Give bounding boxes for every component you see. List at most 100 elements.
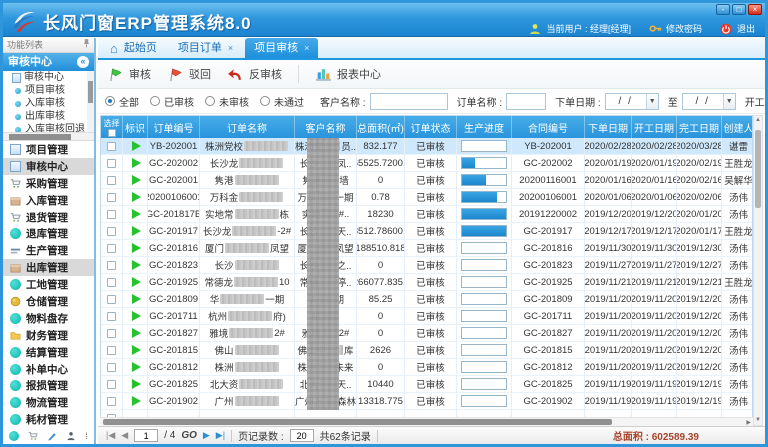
row-checkbox[interactable]	[107, 193, 116, 202]
radio-0[interactable]	[105, 96, 115, 106]
row-checkbox[interactable]	[107, 312, 116, 321]
vertical-scrollbar[interactable]: ▲ ▼	[753, 115, 763, 426]
sidebar-module-6[interactable]: 生产管理	[3, 242, 94, 259]
next-page-icon[interactable]: ▶	[203, 430, 210, 441]
column-header-7[interactable]: 生产进度	[457, 116, 512, 138]
table-row[interactable]: GC-201815佛山佛山中库2626已审核GC-2018152019/11/2…	[101, 342, 752, 359]
table-row[interactable]: GC-201825北大资北大天..10440已审核GC-2018252019/1…	[101, 376, 752, 393]
table-row[interactable]: GC-201809华一期华期85.25已审核GC-2018092019/11/2…	[101, 291, 752, 308]
table-row[interactable]: GC-201823长沙长沙之..0已审核GC-2018232019/11/272…	[101, 257, 752, 274]
column-header-8[interactable]: 合同编号	[512, 116, 585, 138]
go-button[interactable]: GO	[181, 430, 197, 441]
scroll-down-icon[interactable]: ▼	[754, 416, 762, 425]
tree-item-2[interactable]: 出库审核	[3, 110, 94, 123]
order-date-input[interactable]: / /▼	[605, 93, 659, 110]
scroll-right-icon[interactable]: ▶	[746, 419, 751, 426]
column-header-6[interactable]: 订单状态	[405, 116, 457, 138]
page-number-input[interactable]	[134, 429, 158, 442]
toolbar-button-2[interactable]: 反审核	[227, 66, 282, 82]
sidebar-module-16[interactable]: 耗材管理	[3, 411, 94, 428]
table-row[interactable]: GC-202002长沙龙长沙凤..65525.7200..已审核GC-20200…	[101, 155, 752, 172]
sidebar-module-14[interactable]: 报损管理	[3, 377, 94, 394]
sidebar-module-12[interactable]: 结算管理	[3, 344, 94, 361]
column-header-5[interactable]: 总面积(㎡)	[357, 116, 405, 138]
row-checkbox[interactable]	[107, 261, 116, 270]
pen-icon[interactable]	[47, 431, 57, 441]
row-checkbox[interactable]	[107, 397, 116, 406]
close-tab-icon[interactable]: ×	[228, 38, 233, 58]
column-header-9[interactable]: 下单日期	[585, 116, 632, 138]
row-checkbox[interactable]	[107, 329, 116, 338]
dot-icon[interactable]	[9, 431, 19, 441]
table-row[interactable]: GC-201917长沙龙-2#长沙天..8512.78600..已审核GC-20…	[101, 223, 752, 240]
column-header-12[interactable]: 创建人	[722, 116, 753, 138]
close-button[interactable]: ×	[748, 4, 762, 15]
cart-icon[interactable]	[28, 431, 38, 441]
row-checkbox[interactable]	[107, 159, 116, 168]
table-row[interactable]: GC-201711杭州府)杭0已审核GC-2017112019/11/20201…	[101, 308, 752, 325]
radio-3[interactable]	[260, 96, 270, 106]
sidebar-module-9[interactable]: 仓储管理	[3, 293, 94, 310]
column-header-3[interactable]: 订单名称	[200, 116, 295, 138]
column-header-1[interactable]: 标识	[123, 116, 148, 138]
row-checkbox[interactable]	[107, 363, 116, 372]
toolbar-button-3[interactable]: 报表中心	[315, 66, 381, 82]
sidebar-module-2[interactable]: 采购管理	[3, 175, 94, 192]
table-row[interactable]: GC-201812株洲株洲未来0已审核GC-2018122019/11/2020…	[101, 359, 752, 376]
page-size-input[interactable]	[290, 429, 314, 442]
table-row[interactable]: GC-201902广州广州万森林13318.775已审核GC-201902201…	[101, 393, 752, 410]
tree-item-3[interactable]: 入库审核回退	[3, 123, 94, 133]
table-row[interactable]: 20200106001万科金万科一期0.78已审核202001060012020…	[101, 189, 752, 206]
tab-inactive-1[interactable]: 项目订单×	[169, 38, 242, 58]
last-page-icon[interactable]: ▶|	[216, 430, 225, 441]
horizontal-scroll-thumb[interactable]	[103, 419, 612, 425]
sidebar-module-8[interactable]: 工地管理	[3, 276, 94, 293]
table-row[interactable]: GC-201827雅境2#雅境2#0已审核GC-2018272019/11/20…	[101, 325, 752, 342]
radio-label-1[interactable]: 已审核	[164, 94, 194, 109]
close-tab-icon[interactable]: ×	[304, 38, 309, 58]
first-page-icon[interactable]: |◀	[106, 430, 115, 441]
tree-horizontal-scrollbar[interactable]	[3, 133, 94, 141]
tree-item-1[interactable]: 入库审核	[3, 97, 94, 110]
sidebar-module-15[interactable]: 物流管理	[3, 394, 94, 411]
tree-vertical-scrollbar[interactable]	[87, 71, 94, 132]
tree-root[interactable]: 审核中心	[3, 71, 94, 84]
toolbar-button-1[interactable]: 驳回	[167, 66, 211, 82]
maximize-button[interactable]: □	[732, 4, 746, 15]
sidebar-module-7[interactable]: 出库管理	[3, 259, 94, 276]
sidebar-module-10[interactable]: 物料盘存	[3, 310, 94, 327]
pin-icon[interactable]	[83, 38, 90, 52]
table-row[interactable]: GC-201816厦门凤望厦门凤望188510.818已审核GC-2018162…	[101, 240, 752, 257]
sidebar-module-11[interactable]: 财务管理	[3, 327, 94, 344]
sidebar-module-1[interactable]: 审核中心	[3, 158, 94, 175]
radio-label-3[interactable]: 未通过	[274, 94, 304, 109]
prev-page-icon[interactable]: ◀	[121, 430, 128, 441]
change-password-link[interactable]: 修改密码	[666, 22, 702, 35]
customer-name-input[interactable]	[370, 93, 448, 110]
radio-label-2[interactable]: 未审核	[219, 94, 249, 109]
radio-2[interactable]	[205, 96, 215, 106]
collapse-icon[interactable]: «	[77, 56, 89, 68]
table-row[interactable]: GC-201925常德龙10常德停..266077.835..已审核GC-201…	[101, 274, 752, 291]
row-checkbox[interactable]	[107, 142, 116, 151]
sidebar-group-header[interactable]: 审核中心 «	[3, 53, 94, 71]
radio-1[interactable]	[150, 96, 160, 106]
sidebar-module-3[interactable]: 入库管理	[3, 192, 94, 209]
row-checkbox[interactable]	[107, 244, 116, 253]
sidebar-module-4[interactable]: 退货管理	[3, 209, 94, 226]
row-checkbox[interactable]	[107, 346, 116, 355]
column-header-11[interactable]: 完工日期	[677, 116, 722, 138]
row-checkbox[interactable]	[107, 210, 116, 219]
row-checkbox[interactable]	[107, 227, 116, 236]
logout-link[interactable]: 退出	[737, 22, 755, 35]
overflow-icon[interactable]: ⁞	[85, 431, 88, 441]
minimize-button[interactable]: -	[716, 4, 730, 15]
order-date-to-input[interactable]: / /▼	[682, 93, 736, 110]
sidebar-module-5[interactable]: 退库管理	[3, 225, 94, 242]
horizontal-scrollbar[interactable]: ▶	[100, 417, 753, 426]
column-header-0[interactable]: 选择	[101, 116, 123, 138]
tree-item-0[interactable]: 项目审核	[3, 84, 94, 97]
row-checkbox[interactable]	[107, 380, 116, 389]
sidebar-module-0[interactable]: 项目管理	[3, 141, 94, 158]
table-row[interactable]: GC-201817B实地常栋实地#..18230已审核2019122000220…	[101, 206, 752, 223]
